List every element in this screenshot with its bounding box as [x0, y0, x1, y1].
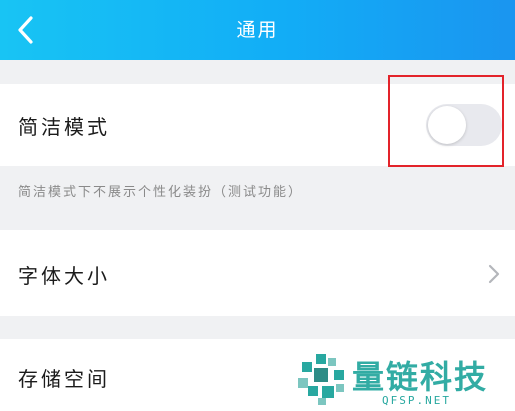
font-size-label: 字体大小	[18, 264, 110, 288]
watermark-logo-icon	[298, 354, 344, 405]
storage-label: 存储空间	[18, 367, 110, 391]
font-size-row[interactable]: 字体大小	[0, 230, 515, 316]
watermark-brand: 量链科技	[352, 358, 489, 396]
chevron-right-icon	[488, 264, 500, 284]
watermark-domain: QFSP.NET	[382, 394, 451, 407]
page-title: 通用	[236, 19, 279, 41]
top-bar: 通用	[0, 0, 515, 60]
highlight-box	[388, 75, 504, 167]
watermark: 量链科技 QFSP.NET	[292, 350, 515, 411]
simple-mode-description: 简洁模式下不展示个性化装扮（测试功能）	[18, 185, 304, 200]
simple-mode-label: 简洁模式	[18, 115, 110, 139]
